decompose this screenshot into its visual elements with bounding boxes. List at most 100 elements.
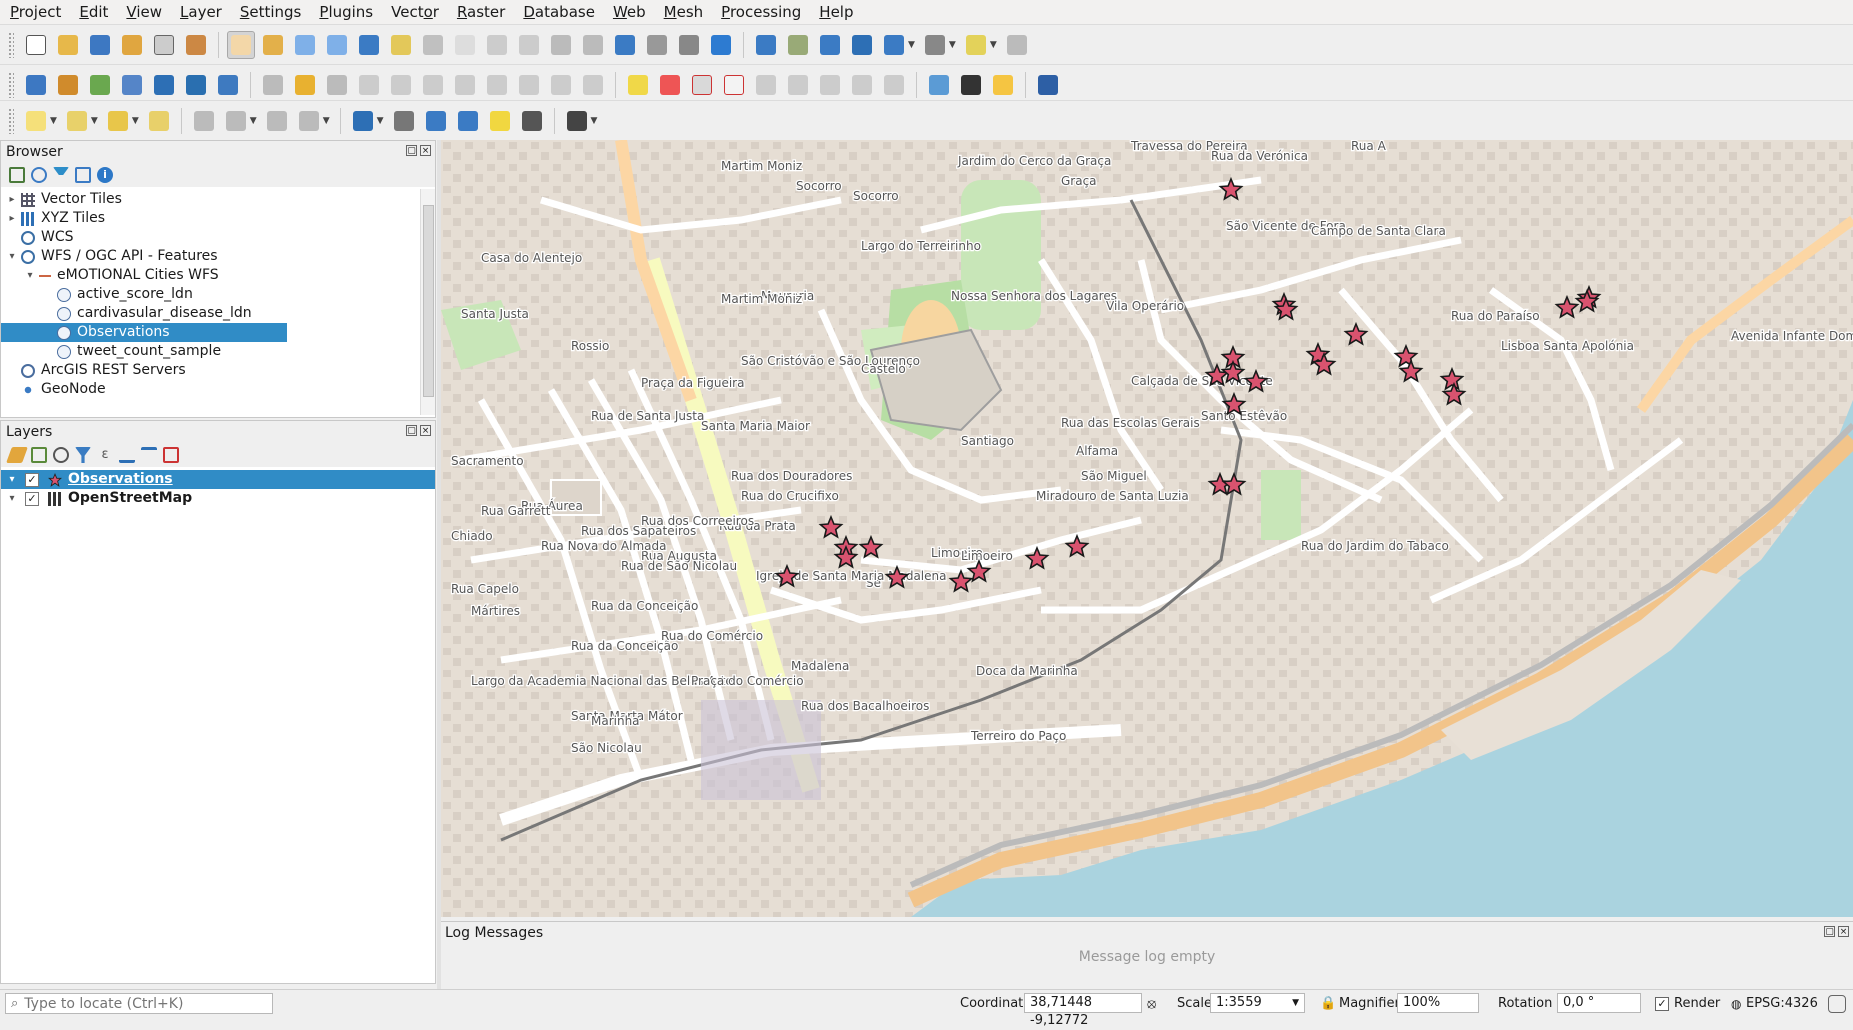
toolbar-handle[interactable]: [8, 71, 14, 98]
gps-button[interactable]: [1003, 31, 1031, 59]
layer-visibility-checkbox[interactable]: ✓: [25, 472, 39, 487]
browser-item-arcgis-rest-servers[interactable]: ArcGIS REST Servers: [1, 361, 435, 380]
close-panel-button[interactable]: ×: [420, 145, 431, 156]
save-edits-button[interactable]: [323, 71, 351, 99]
measure-button[interactable]: [921, 31, 949, 59]
add-group-icon[interactable]: [31, 447, 47, 463]
zoom-native-button[interactable]: [451, 31, 479, 59]
style-manager-icon[interactable]: [6, 447, 28, 463]
save-project-button[interactable]: [86, 31, 114, 59]
paste-features-button[interactable]: [515, 71, 543, 99]
close-panel-button[interactable]: ×: [420, 425, 431, 436]
layer-item-observations[interactable]: ▾ ✓ Observations: [1, 470, 435, 489]
toolbar-handle[interactable]: [8, 107, 14, 134]
rotate-label-button[interactable]: [848, 71, 876, 99]
zoom-next-button[interactable]: [515, 31, 543, 59]
browser-item-cardivasular-disease-ldn[interactable]: cardivasular_disease_ldn: [1, 304, 435, 323]
create-polygon-button[interactable]: [422, 107, 450, 135]
label-tool-button[interactable]: [688, 71, 716, 99]
zoom-out-button[interactable]: [323, 31, 351, 59]
dropdown-arrow-icon[interactable]: ▼: [132, 116, 139, 126]
dropdown-arrow-icon[interactable]: ▼: [250, 116, 257, 126]
dropdown-arrow-icon[interactable]: ▼: [949, 40, 956, 50]
browser-item-tweet-count-sample[interactable]: tweet_count_sample: [1, 342, 435, 361]
expand-arrow-icon[interactable]: ▾: [5, 470, 19, 489]
new-shapefile-button[interactable]: [86, 71, 114, 99]
menu-raster[interactable]: Raster: [447, 0, 513, 24]
attribute-table-button[interactable]: [784, 31, 812, 59]
expand-arrow-icon[interactable]: ▾: [23, 266, 37, 285]
dropdown-arrow-icon[interactable]: ▼: [377, 116, 384, 126]
locator-input[interactable]: [22, 994, 257, 1013]
select-features-button[interactable]: [22, 107, 50, 135]
zoom-full-button[interactable]: [355, 31, 383, 59]
redo-button[interactable]: [579, 71, 607, 99]
temporal-controller-button[interactable]: [675, 31, 703, 59]
create-text-button[interactable]: [518, 107, 546, 135]
rotation-spinbox[interactable]: 0,0 °: [1557, 993, 1641, 1013]
menu-settings[interactable]: Settings: [230, 0, 310, 24]
menu-processing[interactable]: Processing: [711, 0, 809, 24]
label-no-button[interactable]: [720, 71, 748, 99]
diagram-button[interactable]: [656, 71, 684, 99]
filter-legend-icon[interactable]: [75, 447, 91, 463]
label-annotation-button[interactable]: [349, 107, 377, 135]
remove-layer-icon[interactable]: [163, 447, 179, 463]
new-mesh-button[interactable]: [214, 71, 242, 99]
messages-icon[interactable]: [1828, 994, 1846, 1013]
map-tips-button[interactable]: [962, 31, 990, 59]
help-button[interactable]: [1034, 71, 1062, 99]
coordinate-field[interactable]: 38,71448 -9,12772: [1024, 993, 1142, 1028]
layer-visibility-checkbox[interactable]: ✓: [25, 491, 39, 506]
select-by-attribute-button[interactable]: [63, 107, 91, 135]
identify-button[interactable]: [752, 31, 780, 59]
refresh-icon[interactable]: [31, 167, 47, 183]
dropdown-arrow-icon[interactable]: ▼: [50, 116, 57, 126]
lock-icon[interactable]: 🔒: [1320, 996, 1336, 1011]
browser-item-wfs-ogc-api-features[interactable]: ▾ WFS / OGC API - Features: [1, 247, 435, 266]
new-virtual-layer-button[interactable]: [182, 71, 210, 99]
pin-label-button[interactable]: [752, 71, 780, 99]
pan-map-button[interactable]: [227, 30, 255, 59]
map-canvas[interactable]: Martim Moniz Socorro Socorro Jardim do Cerc…: [441, 140, 1853, 917]
crs-button[interactable]: EPSG:4326: [1746, 996, 1818, 1011]
collapse-all-icon[interactable]: [141, 447, 157, 463]
change-label-button[interactable]: [880, 71, 908, 99]
show-hide-label-button[interactable]: [784, 71, 812, 99]
undo-button[interactable]: [547, 71, 575, 99]
digitize-button[interactable]: [190, 107, 218, 135]
open-project-button[interactable]: [54, 31, 82, 59]
print-layout-button[interactable]: [150, 31, 178, 59]
python-console-button[interactable]: [989, 71, 1017, 99]
new-3d-view-button[interactable]: [579, 31, 607, 59]
zoom-last-button[interactable]: [483, 31, 511, 59]
expression-filter-icon[interactable]: ε: [97, 447, 113, 463]
open-field-calculator-button[interactable]: [880, 31, 908, 59]
expand-arrow-icon[interactable]: ▾: [5, 489, 19, 508]
add-selected-layers-icon[interactable]: [9, 167, 25, 183]
new-temp-layer-button[interactable]: [150, 71, 178, 99]
layer-item-openstreetmap[interactable]: ▾ ✓ OpenStreetMap: [1, 489, 435, 508]
style-manager-button[interactable]: [182, 31, 210, 59]
dropdown-arrow-icon[interactable]: ▼: [591, 116, 598, 126]
toggle-editing-button[interactable]: [259, 71, 287, 99]
expand-arrow-icon[interactable]: ▸: [5, 190, 19, 209]
float-panel-button[interactable]: ▢: [406, 145, 417, 156]
browser-item-active-score-ldn[interactable]: active_score_ldn: [1, 285, 435, 304]
split-button[interactable]: [263, 107, 291, 135]
refresh-button[interactable]: [707, 31, 735, 59]
openstreetmap-basemap[interactable]: Martim Moniz Socorro Socorro Jardim do Cerc…: [441, 140, 1853, 917]
delete-selected-button[interactable]: [419, 71, 447, 99]
copy-features-button[interactable]: [483, 71, 511, 99]
expand-arrow-icon[interactable]: ▸: [5, 209, 19, 228]
select-location-button[interactable]: [145, 107, 173, 135]
map-composer-button[interactable]: [925, 71, 953, 99]
menu-layer[interactable]: Layer: [170, 0, 230, 24]
menu-plugins[interactable]: Plugins: [309, 0, 381, 24]
current-edits-button[interactable]: [291, 71, 319, 99]
new-geopackage-button[interactable]: [54, 71, 82, 99]
move-label-button[interactable]: [816, 71, 844, 99]
dropdown-arrow-icon[interactable]: ▼: [908, 40, 915, 50]
new-spatialite-button[interactable]: [118, 71, 146, 99]
locator-bar[interactable]: ⌕: [5, 993, 273, 1014]
